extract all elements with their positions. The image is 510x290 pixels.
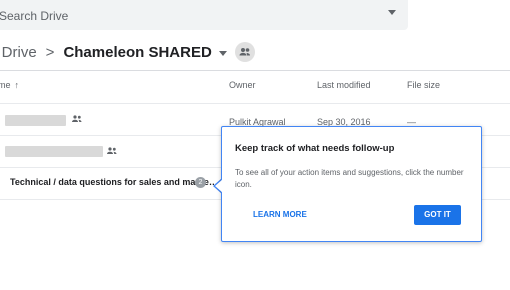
follow-up-tooltip: Keep track of what needs follow-up To se… [221, 126, 482, 242]
search-input[interactable]: Search Drive [0, 9, 68, 23]
redacted-file-name[interactable] [5, 115, 66, 126]
people-icon [239, 48, 250, 56]
search-bar[interactable]: Search Drive [0, 0, 408, 30]
breadcrumb-current-folder[interactable]: Chameleon SHARED [63, 44, 211, 61]
chevron-down-icon[interactable] [218, 50, 227, 56]
column-header-last-modified[interactable]: Last modified [317, 80, 371, 90]
column-header-name[interactable]: me ↑ [0, 80, 19, 90]
row-divider [0, 103, 510, 104]
breadcrumb: y Drive > Chameleon SHARED [0, 40, 255, 64]
learn-more-link[interactable]: LEARN MORE [253, 210, 307, 219]
tooltip-title: Keep track of what needs follow-up [235, 143, 395, 154]
breadcrumb-my-drive[interactable]: y Drive [0, 44, 37, 61]
redacted-file-name[interactable] [5, 146, 103, 157]
got-it-button[interactable]: GOT IT [414, 205, 461, 225]
file-name[interactable]: Technical / data questions for sales and… [10, 177, 218, 187]
caret-down-icon[interactable] [388, 10, 396, 15]
column-header-file-size[interactable]: File size [407, 80, 440, 90]
breadcrumb-separator: > [45, 43, 55, 61]
tooltip-body: To see all of your action items and sugg… [235, 168, 464, 189]
column-header-owner[interactable]: Owner [229, 80, 256, 90]
arrow-up-icon[interactable]: ↑ [15, 80, 20, 90]
shared-folder-icon [234, 42, 255, 62]
shared-icon [107, 147, 117, 154]
column-name-label: me [0, 80, 11, 90]
header-divider [0, 70, 510, 71]
shared-icon [72, 115, 82, 122]
action-items-badge[interactable]: 2 [195, 177, 206, 188]
tooltip-arrow-fill [215, 179, 223, 193]
